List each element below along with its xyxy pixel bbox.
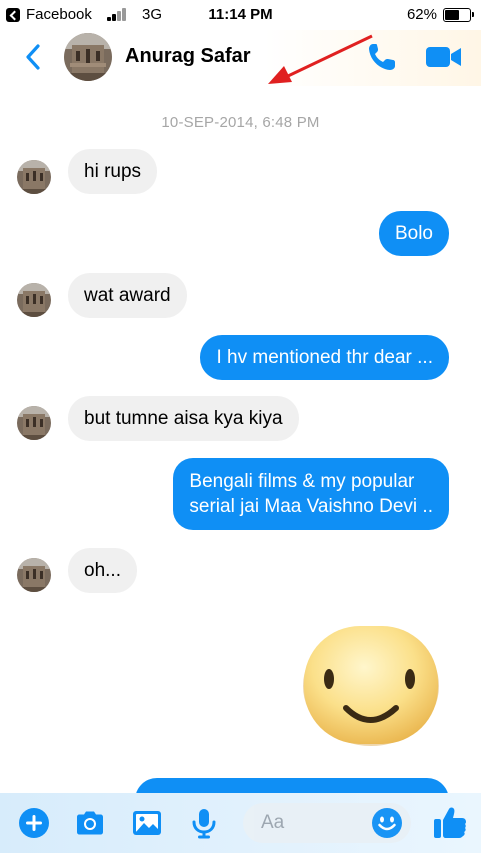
outgoing-message[interactable]: Bengali films & my popular serial jai Ma… — [173, 458, 449, 530]
message-line: serial jai Maa Vaishno Devi .. — [189, 496, 433, 517]
annotation-arrow — [268, 34, 373, 84]
message-timestamp: 10-SEP-2014, 6:48 PM — [161, 114, 320, 131]
camera-icon[interactable] — [74, 807, 106, 839]
video-camera-icon[interactable] — [424, 42, 464, 72]
message-input-container[interactable] — [243, 803, 411, 843]
thumbs-up-icon[interactable] — [432, 804, 468, 840]
smiley-sticker-icon[interactable] — [300, 622, 442, 748]
microphone-icon[interactable] — [188, 807, 220, 839]
emoji-icon[interactable] — [371, 807, 403, 839]
gallery-icon[interactable] — [131, 807, 163, 839]
contact-avatar[interactable] — [64, 33, 112, 81]
battery-icon — [443, 8, 474, 22]
message-line: Bengali films & my popular — [189, 471, 415, 492]
contact-name[interactable]: Anurag Safar — [125, 45, 251, 68]
incoming-message[interactable]: wat award — [68, 273, 187, 318]
incoming-message[interactable]: oh... — [68, 548, 137, 593]
outgoing-message[interactable]: Bolo — [378, 211, 449, 256]
battery-percent: 62% — [406, 6, 437, 23]
incoming-message[interactable]: but tumne aisa kya kiya — [68, 396, 299, 441]
incoming-message[interactable]: hi rups — [68, 149, 158, 194]
sender-avatar[interactable] — [17, 160, 51, 194]
plus-icon[interactable] — [18, 807, 50, 839]
battery-level-fill — [445, 10, 460, 20]
outgoing-message[interactable]: I hv mentioned thr dear ... — [200, 335, 449, 380]
composer-bar — [0, 793, 481, 853]
conversation-header: Anurag Safar — [0, 30, 481, 86]
back-chevron-icon[interactable] — [22, 42, 46, 72]
sender-avatar[interactable] — [17, 558, 51, 592]
message-input[interactable] — [261, 803, 371, 843]
status-bar: Facebook 3G 11:14 PM 62% — [0, 0, 481, 30]
sender-avatar[interactable] — [17, 283, 51, 317]
sender-avatar[interactable] — [17, 406, 51, 440]
